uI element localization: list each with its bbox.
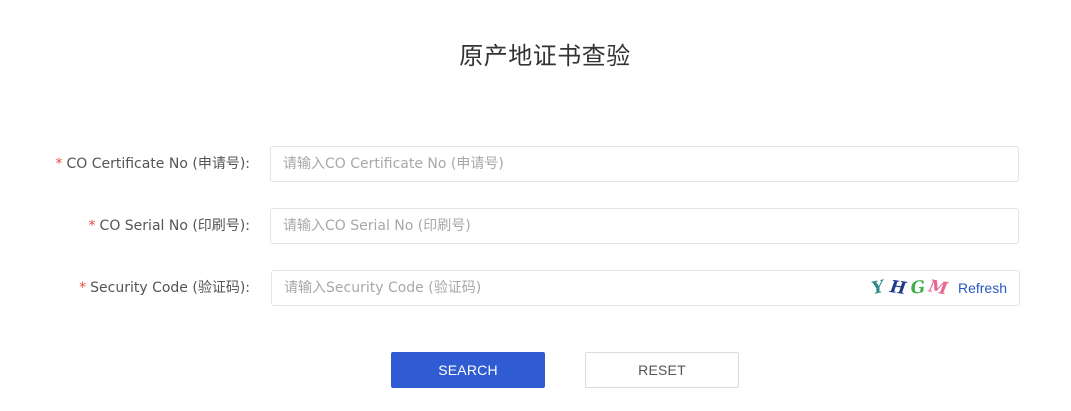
captcha-image[interactable]: Y H G M xyxy=(868,276,950,300)
security-code-label-text: Security Code (验证码): xyxy=(90,280,250,296)
serial-no-label-text: CO Serial No (印刷号): xyxy=(99,218,250,234)
captcha: Y H G M Refresh xyxy=(868,276,1007,300)
security-code-label: * Security Code (验证码): xyxy=(79,270,250,306)
captcha-char: M xyxy=(926,276,949,300)
serial-no-label: * CO Serial No (印刷号): xyxy=(89,208,250,244)
certificate-no-input[interactable] xyxy=(270,146,1019,182)
captcha-char: H xyxy=(888,276,908,300)
form-row-certificate-no: * CO Certificate No (申请号): xyxy=(0,146,1071,182)
required-mark: * xyxy=(88,218,96,234)
certificate-no-label: * CO Certificate No (申请号): xyxy=(55,146,250,182)
form-row-security-code: *Security Code (验证码): Y H G M Refresh xyxy=(0,270,1071,306)
refresh-captcha-link[interactable]: Refresh xyxy=(958,280,1007,296)
form-row-serial-no: * CO Serial No (印刷号): xyxy=(0,208,1071,244)
search-button[interactable]: SEARCH xyxy=(391,352,545,388)
page-title: 原产地证书查验 xyxy=(459,42,631,70)
serial-no-input[interactable] xyxy=(270,208,1019,244)
reset-button[interactable]: RESET xyxy=(585,352,739,388)
certificate-no-label-text: CO Certificate No (申请号): xyxy=(66,156,250,172)
required-mark: * xyxy=(79,280,87,296)
required-mark: * xyxy=(55,156,63,172)
